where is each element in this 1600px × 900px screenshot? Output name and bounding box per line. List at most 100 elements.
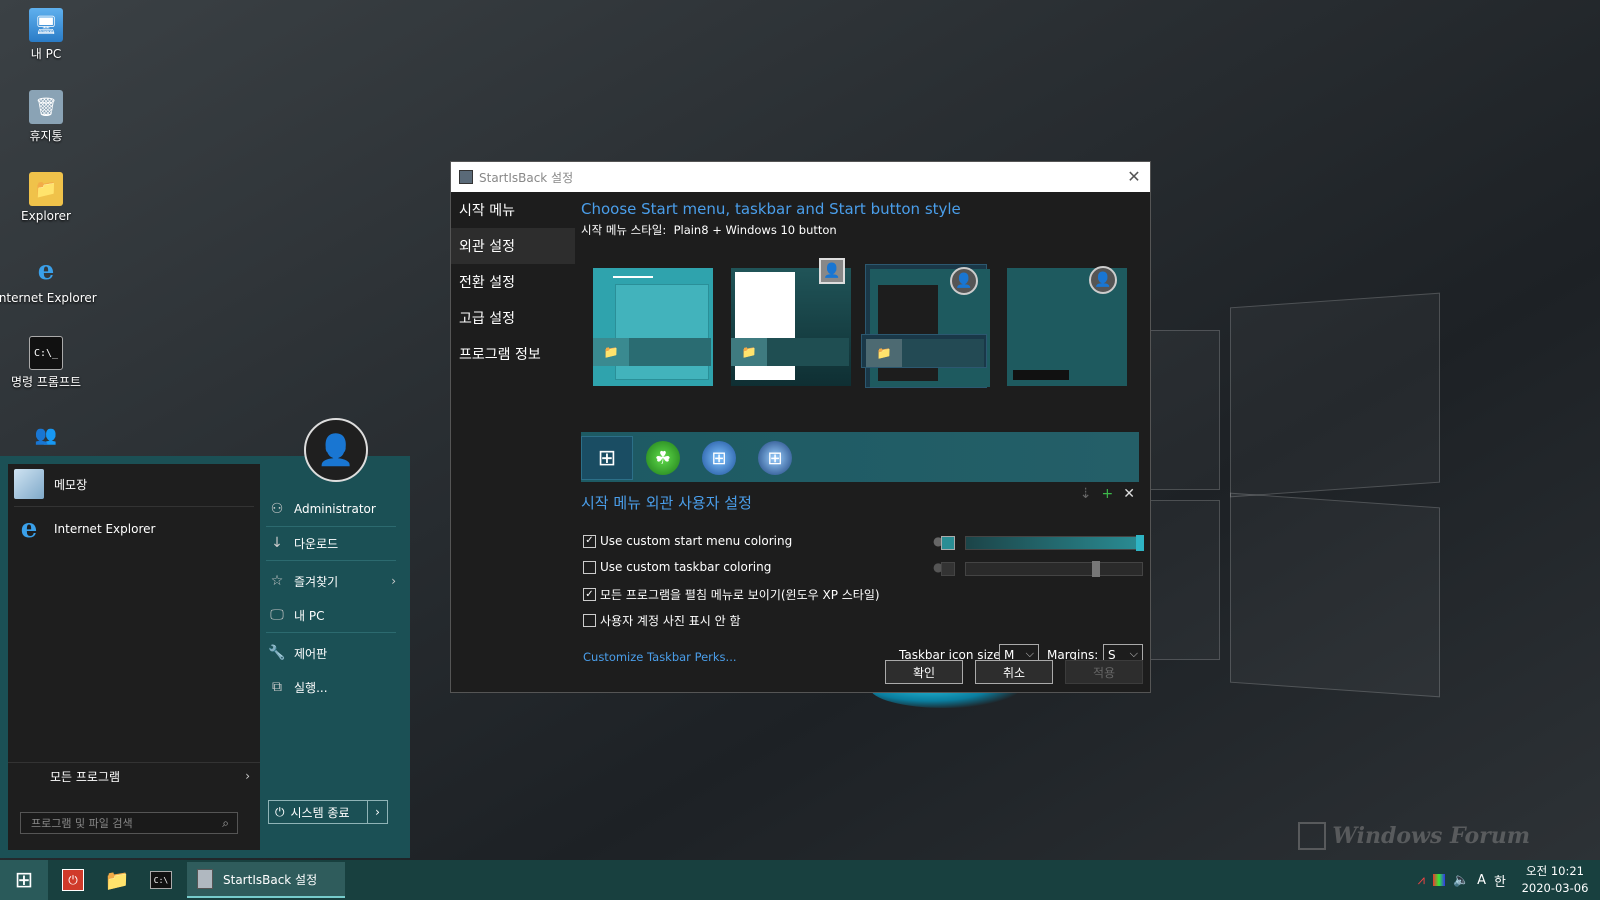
checkbox[interactable] [583,614,596,627]
taskbar-color-slider [965,561,1143,577]
place-my-pc[interactable]: 🖵 내 PC [266,600,398,630]
place-run[interactable]: ⧉ 실행... [266,672,398,702]
start-color-slider[interactable] [965,535,1144,551]
nav-advanced[interactable]: 고급 설정 [451,300,575,336]
wallpaper-logo [1150,292,1450,700]
taskbar: ⊞ ⏻ 📁 C:\ StartIsBack 설정 ⩘ 🔈 A 한 오전 10:2… [0,860,1600,900]
add-icon[interactable]: + [1102,486,1114,502]
taskbar-option-3[interactable]: 📁 [861,334,987,368]
nav-about[interactable]: 프로그램 정보 [451,336,575,372]
wrench-icon: 🔧 [268,645,286,661]
chevron-down-icon: ⌵ [1129,647,1138,660]
desktop-icon-users[interactable]: 👥 [0,418,92,452]
color-swatch [941,562,955,576]
color-swatch[interactable] [941,536,955,550]
ok-button[interactable]: 확인 [885,660,963,684]
desktop-icon-my-pc[interactable]: 🖥 내 PC [0,8,92,62]
star-icon: ☆ [270,573,284,589]
style-preview: 👤 [731,258,851,386]
option-allprograms-flyout[interactable]: ✓ 모든 프로그램을 펼침 메뉴로 보이기(윈도우 XP 스타일) [583,586,880,603]
app-icon [459,170,473,184]
all-programs-button[interactable]: 모든 프로그램 › [8,762,260,790]
style-option-2[interactable]: 👤 [727,258,851,388]
ime-indicator[interactable]: A [1477,873,1486,888]
desktop-icon-recycle-bin[interactable]: 🗑 휴지통 [0,90,92,144]
start-button-strip: ⊞ ☘ ⊞ ⊞ [581,432,1139,482]
place-favorites[interactable]: ☆ 즐겨찾기 › [266,566,398,596]
color-icon[interactable] [1432,874,1445,886]
place-control-panel[interactable]: 🔧 제어판 [266,638,398,668]
taskbar-pin-shutdown[interactable]: ⏻ [56,860,90,900]
apply-button: 적용 [1065,660,1143,684]
desktop-icon-explorer[interactable]: 📁 Explorer [0,172,92,223]
nav-start-menu[interactable]: 시작 메뉴 [451,192,575,228]
import-icon[interactable]: ⇣ [1080,486,1092,502]
app-icon [197,869,213,889]
taskbar-app-startisback[interactable]: StartIsBack 설정 [187,862,345,898]
taskbar-pin-explorer[interactable]: 📁 [100,860,134,900]
start-button-option-win7[interactable]: ⊞ [693,436,745,480]
slider-thumb[interactable] [1136,535,1144,551]
user-icon: 👤 [819,258,845,284]
watermark: Windows Forum [1298,822,1530,850]
taskbar-option-2[interactable]: 📁 [727,334,853,368]
option-hide-user-picture[interactable]: 사용자 계정 사진 표시 안 함 [583,612,741,629]
style-preview: 👤 [1007,266,1127,386]
checkbox[interactable]: ✓ [583,534,596,548]
taskbar-option-1[interactable]: 📁 [589,334,715,368]
cmd-icon: C:\ [150,871,172,889]
close-icon[interactable]: ✕ [1124,166,1144,186]
start-button-option-win10[interactable]: ⊞ [581,436,633,480]
win7-orb-icon: ⊞ [702,441,736,475]
shutdown-button[interactable]: ⏻ 시스템 종료 › [268,800,388,824]
divider [266,632,396,633]
divider [266,526,396,527]
start-button-option-vista[interactable]: ⊞ [749,436,801,480]
close-icon[interactable]: ✕ [1123,486,1135,502]
language-indicator[interactable]: 한 [1494,871,1506,890]
place-downloads[interactable]: ↓ 다운로드 [266,528,398,558]
clover-orb-icon: ☘ [646,441,680,475]
nav-switching[interactable]: 전환 설정 [451,264,575,300]
shutdown-options-button[interactable]: › [367,801,387,823]
style-preview [593,268,713,386]
user-icon: ⚇ [270,501,284,517]
checkbox[interactable]: ✓ [583,588,596,601]
network-icon[interactable]: ⩘ [1418,873,1425,888]
folder-icon: 📁 [731,338,767,366]
start-item-notepad[interactable]: 메모장 [8,464,260,504]
desktop-icon-ie[interactable]: e Internet Explorer [0,254,97,305]
computer-icon: 🖥 [29,8,63,42]
style-caption: 시작 메뉴 스타일: Plain8 + Windows 10 button [581,223,837,237]
search-input[interactable]: 프로그램 및 파일 검색 ⌕ [20,812,238,834]
folder-icon: 📁 [29,172,63,206]
chevron-right-icon: › [391,574,396,588]
style-option-3[interactable]: 👤 [865,264,990,388]
checkbox[interactable] [583,560,596,574]
user-icon: 👤 [1089,266,1117,294]
style-option-1[interactable] [589,264,713,388]
clock[interactable]: 오전 10:21 2020-03-06 [1510,863,1600,897]
avatar[interactable]: 👤 [304,418,368,482]
start-button-option-clover[interactable]: ☘ [637,436,689,480]
download-icon: ↓ [271,535,283,551]
style-option-4[interactable]: 👤 [1003,264,1127,388]
nav-appearance[interactable]: 외관 설정 [451,228,575,264]
custom-heading: 시작 메뉴 외관 사용자 설정 [581,494,752,512]
divider [14,506,254,507]
option-custom-start-coloring[interactable]: ✓ Use custom start menu coloring [583,534,792,548]
user-icon: 👤 [950,267,978,295]
dialog-titlebar: StartIsBack 설정 ✕ [451,162,1150,192]
customize-taskbar-perks-link[interactable]: Customize Taskbar Perks... [583,650,737,664]
place-administrator[interactable]: ⚇ Administrator [266,494,398,524]
volume-icon[interactable]: 🔈 [1453,873,1469,888]
startisback-settings-dialog: StartIsBack 설정 ✕ 시작 메뉴 외관 설정 전환 설정 고급 설정… [450,161,1151,693]
cancel-button[interactable]: 취소 [975,660,1053,684]
start-item-ie[interactable]: e Internet Explorer [8,509,260,549]
option-custom-taskbar-coloring[interactable]: Use custom taskbar coloring [583,560,771,574]
start-button[interactable]: ⊞ [0,860,48,900]
taskbar-pin-cmd[interactable]: C:\ [144,860,178,900]
start-menu-places: 👤 ⚇ Administrator ↓ 다운로드 ☆ 즐겨찾기 › 🖵 내 PC 🔧 제어… [262,418,410,858]
desktop-icon-cmd[interactable]: C:\_ 명령 프롬프트 [0,336,92,390]
settings-main: Choose Start menu, taskbar and Start but… [581,192,1144,666]
